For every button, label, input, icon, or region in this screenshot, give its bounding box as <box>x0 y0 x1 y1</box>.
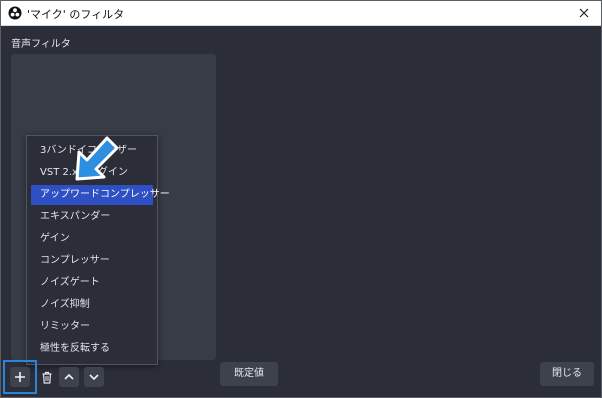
plus-icon <box>15 372 25 382</box>
title-bar: 'マイク' のフィルタ <box>1 1 601 26</box>
add-filter-menu: 3バンドイコライザー VST 2.xプラグイン アップワードコンプレッサー エキ… <box>26 135 170 365</box>
close-button[interactable]: 閉じる <box>540 362 594 386</box>
defaults-button[interactable]: 既定値 <box>220 362 278 386</box>
menu-item-invert-polarity[interactable]: 極性を反転する <box>31 339 153 359</box>
chevron-down-icon <box>89 374 99 381</box>
menu-item-limiter[interactable]: リミッター <box>31 317 153 337</box>
menu-item-expander[interactable]: エキスパンダー <box>31 207 153 227</box>
menu-item-noise-suppression[interactable]: ノイズ抑制 <box>31 295 153 315</box>
move-down-button[interactable] <box>84 367 104 387</box>
obs-icon <box>8 6 22 20</box>
menu-item-noise-gate[interactable]: ノイズゲート <box>31 273 153 293</box>
trash-icon <box>42 371 52 384</box>
menu-item-compressor[interactable]: コンプレッサー <box>31 251 153 271</box>
add-filter-button[interactable] <box>10 367 30 387</box>
close-window-button[interactable] <box>567 1 601 25</box>
menu-item-vst-plugin[interactable]: VST 2.xプラグイン <box>31 163 153 183</box>
remove-filter-button[interactable] <box>37 367 57 387</box>
filters-window: 'マイク' のフィルタ 音声フィルタ 3バンドイコライザー VST 2.xプラグ… <box>0 0 602 398</box>
menu-item-upward-compressor[interactable]: アップワードコンプレッサー <box>31 185 170 205</box>
chevron-up-icon <box>64 373 74 380</box>
audio-filters-label: 音声フィルタ <box>11 39 71 50</box>
menu-item-3band-eq[interactable]: 3バンドイコライザー <box>31 141 153 161</box>
move-up-button[interactable] <box>59 367 79 387</box>
close-icon <box>579 8 589 18</box>
window-title: 'マイク' のフィルタ <box>27 8 125 21</box>
menu-item-gain[interactable]: ゲイン <box>31 229 153 249</box>
